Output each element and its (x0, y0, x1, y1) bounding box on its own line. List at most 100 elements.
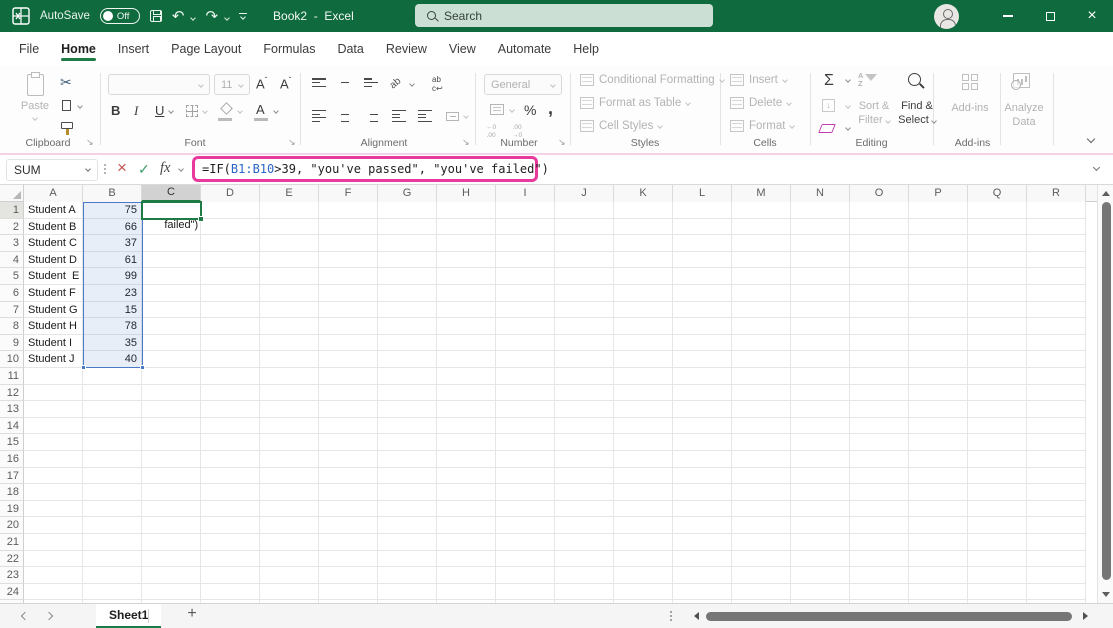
cell-H15[interactable] (437, 434, 496, 451)
row-header-14[interactable]: 14 (0, 418, 24, 435)
cell-B23[interactable] (83, 567, 142, 584)
cell-H20[interactable] (437, 517, 496, 534)
cell-C23[interactable] (142, 567, 201, 584)
cell-I11[interactable] (496, 368, 555, 385)
cell-I23[interactable] (496, 567, 555, 584)
font-color-button[interactable]: A (256, 102, 265, 117)
cell-A23[interactable] (24, 567, 83, 584)
cell-K2[interactable] (614, 219, 673, 236)
cell-N21[interactable] (791, 534, 850, 551)
cell-E18[interactable] (260, 484, 319, 501)
cell-R5[interactable] (1027, 268, 1086, 285)
cell-G23[interactable] (378, 567, 437, 584)
cell-K15[interactable] (614, 434, 673, 451)
cell-E4[interactable] (260, 252, 319, 269)
cut-icon[interactable]: ✂ (60, 74, 72, 91)
cell-L5[interactable] (673, 268, 732, 285)
cell-L4[interactable] (673, 252, 732, 269)
cell-R7[interactable] (1027, 302, 1086, 319)
cell-N19[interactable] (791, 501, 850, 518)
cell-F17[interactable] (319, 468, 378, 485)
cell-A8[interactable]: Student H (24, 318, 83, 335)
cell-O24[interactable] (850, 584, 909, 601)
cell-G10[interactable] (378, 351, 437, 368)
next-sheet-icon[interactable] (45, 612, 53, 620)
cell-C5[interactable] (142, 268, 201, 285)
cell-F24[interactable] (319, 584, 378, 601)
autosum-chevron-icon[interactable] (845, 77, 851, 83)
cell-Q14[interactable] (968, 418, 1027, 435)
cell-O8[interactable] (850, 318, 909, 335)
cell-R15[interactable] (1027, 434, 1086, 451)
cell-R19[interactable] (1027, 501, 1086, 518)
cell-I14[interactable] (496, 418, 555, 435)
cell-F11[interactable] (319, 368, 378, 385)
column-header-B[interactable]: B (83, 185, 142, 202)
cell-Q2[interactable] (968, 219, 1027, 236)
column-header-G[interactable]: G (378, 185, 437, 202)
cell-M2[interactable] (732, 219, 791, 236)
cell-G13[interactable] (378, 401, 437, 418)
cell-J1[interactable] (555, 202, 614, 219)
cell-F6[interactable] (319, 285, 378, 302)
name-box[interactable]: SUM (6, 159, 98, 181)
cell-I13[interactable] (496, 401, 555, 418)
cell-K20[interactable] (614, 517, 673, 534)
cell-D23[interactable] (201, 567, 260, 584)
cell-I20[interactable] (496, 517, 555, 534)
cell-A1[interactable]: Student A (24, 202, 83, 219)
new-sheet-button[interactable]: + (182, 605, 202, 623)
cell-M6[interactable] (732, 285, 791, 302)
cell-B18[interactable] (83, 484, 142, 501)
cell-J18[interactable] (555, 484, 614, 501)
sheet-tab-sheet1[interactable]: Sheet1 (96, 604, 161, 628)
cell-A24[interactable] (24, 584, 83, 601)
row-header-16[interactable]: 16 (0, 451, 24, 468)
cell-L9[interactable] (673, 335, 732, 352)
cell-F4[interactable] (319, 252, 378, 269)
cell-M12[interactable] (732, 385, 791, 402)
cell-H13[interactable] (437, 401, 496, 418)
column-header-K[interactable]: K (614, 185, 673, 202)
cell-I7[interactable] (496, 302, 555, 319)
cell-C11[interactable] (142, 368, 201, 385)
cell-J13[interactable] (555, 401, 614, 418)
cell-H7[interactable] (437, 302, 496, 319)
cell-P13[interactable] (909, 401, 968, 418)
cell-P3[interactable] (909, 235, 968, 252)
cell-O9[interactable] (850, 335, 909, 352)
redo-chevron-icon[interactable] (224, 15, 230, 21)
cell-E11[interactable] (260, 368, 319, 385)
cell-C16[interactable] (142, 451, 201, 468)
row-header-2[interactable]: 2 (0, 219, 24, 236)
cell-Q23[interactable] (968, 567, 1027, 584)
cell-P17[interactable] (909, 468, 968, 485)
cell-I24[interactable] (496, 584, 555, 601)
cell-N7[interactable] (791, 302, 850, 319)
cell-R17[interactable] (1027, 468, 1086, 485)
cell-M19[interactable] (732, 501, 791, 518)
insert-function-icon[interactable]: fx (160, 160, 170, 177)
cell-I19[interactable] (496, 501, 555, 518)
cell-G22[interactable] (378, 551, 437, 568)
cell-D19[interactable] (201, 501, 260, 518)
cell-P6[interactable] (909, 285, 968, 302)
cell-K13[interactable] (614, 401, 673, 418)
scroll-down-icon[interactable] (1102, 592, 1110, 597)
cell-R6[interactable] (1027, 285, 1086, 302)
cell-C13[interactable] (142, 401, 201, 418)
cell-J10[interactable] (555, 351, 614, 368)
name-box-chevron-icon[interactable] (85, 166, 91, 172)
previous-sheet-icon[interactable] (21, 612, 29, 620)
cell-J6[interactable] (555, 285, 614, 302)
cell-D9[interactable] (201, 335, 260, 352)
cell-K7[interactable] (614, 302, 673, 319)
cell-R10[interactable] (1027, 351, 1086, 368)
excel-logo-icon[interactable] (12, 7, 30, 25)
cell-L21[interactable] (673, 534, 732, 551)
cell-I22[interactable] (496, 551, 555, 568)
cell-R9[interactable] (1027, 335, 1086, 352)
percent-style-button[interactable]: % (524, 102, 536, 118)
cell-P2[interactable] (909, 219, 968, 236)
cell-O11[interactable] (850, 368, 909, 385)
